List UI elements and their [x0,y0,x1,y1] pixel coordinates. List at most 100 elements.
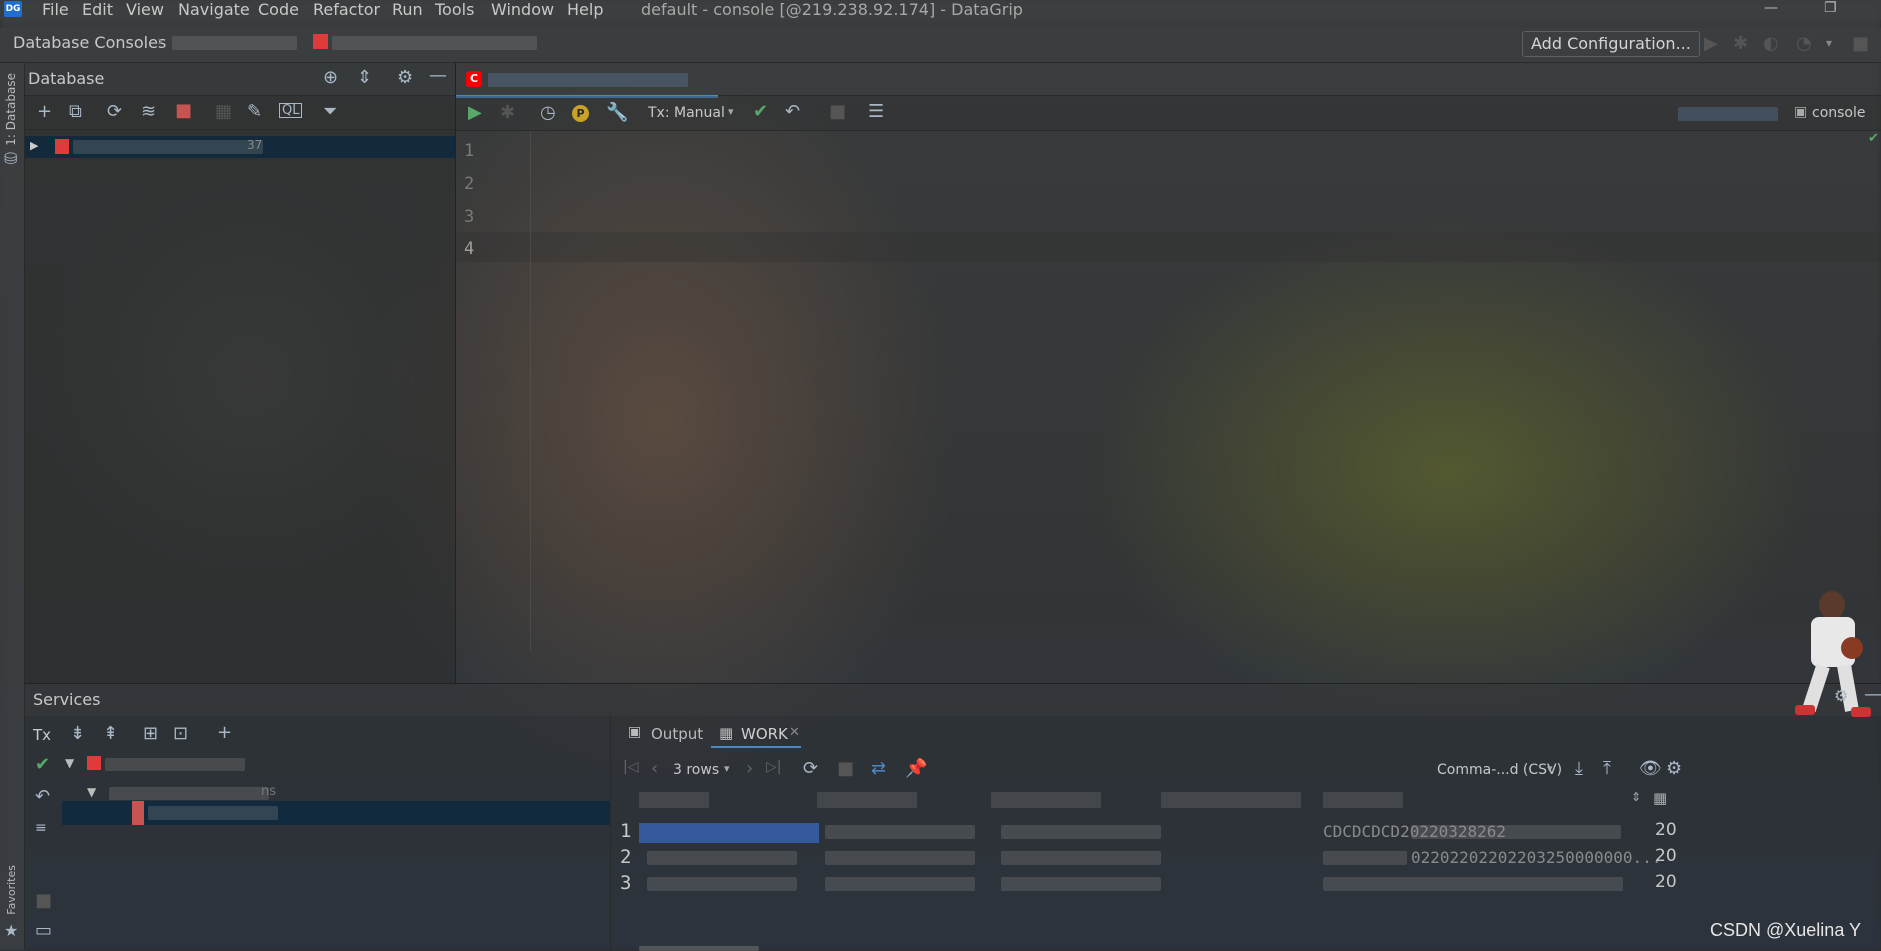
horizontal-scrollbar[interactable] [639,946,759,951]
new-session-icon[interactable]: ⊡ [173,725,188,743]
filter-icon[interactable]: ⏷ [323,103,337,121]
group-by-icon[interactable]: ⊞ [143,725,158,743]
commit-icon[interactable]: ✔ [35,756,50,774]
export-format-chevron-icon[interactable]: ▾ [1547,762,1553,775]
settings-wrench-icon[interactable]: 🔧 [606,104,628,122]
next-page-icon[interactable]: › [746,760,753,778]
refresh-icon[interactable]: ⟳ [107,103,122,121]
favorites-star-icon[interactable]: ★ [4,923,18,939]
debug-icon[interactable]: ✱ [500,104,515,122]
table-cell-redacted[interactable] [1001,825,1161,839]
column-header-redacted[interactable] [817,792,917,808]
cancel-statement-icon[interactable]: ■ [829,103,846,121]
tab-work[interactable]: WORK [741,725,788,743]
service-session-redacted[interactable] [109,787,269,800]
menu-tools[interactable]: Tools [435,0,474,19]
sql-editor-area[interactable] [530,131,1881,651]
breadcrumb-redacted-datasource[interactable] [332,36,537,50]
profile-icon[interactable]: ◔ [1796,35,1812,53]
previous-page-icon[interactable]: ‹ [651,760,658,778]
menu-run[interactable]: Run [392,0,423,19]
table-cell-redacted[interactable] [825,825,975,839]
run-config-icon[interactable]: ▶ [1704,35,1718,53]
menu-file[interactable]: File [42,0,69,19]
reload-icon[interactable]: ⟳ [803,760,818,778]
import-upload-icon[interactable]: ⤒ [1603,760,1611,778]
sql-console-icon[interactable]: QL [279,103,303,118]
database-tree-row[interactable]: ▶ 37 [25,136,455,158]
database-stack-icon[interactable]: ⛁ [4,151,17,167]
table-cell-redacted[interactable] [825,877,975,891]
menu-edit[interactable]: Edit [82,0,113,19]
table-cell-redacted[interactable] [1001,851,1161,865]
session-console-selector[interactable]: console [1812,105,1866,121]
coverage-icon[interactable]: ◐ [1763,35,1779,53]
output-layout-icon[interactable]: ☰ [868,103,884,121]
table-editor-icon[interactable]: ▦ [215,103,232,121]
first-page-icon[interactable]: |◁ [623,760,638,774]
layout-icon[interactable]: ▭ [35,922,52,940]
export-format-dropdown[interactable]: Comma-...d (CSV) [1437,762,1562,778]
collapse-all-services-icon[interactable]: ⇞ [103,725,118,743]
last-page-icon[interactable]: ▷| [766,760,781,774]
locate-icon[interactable]: ⊕ [323,69,338,87]
schema-selector-redacted[interactable] [1678,107,1778,121]
add-service-icon[interactable]: + [217,724,232,742]
stop-services-icon[interactable]: ■ [35,892,52,910]
breadcrumb-redacted-item[interactable] [172,36,297,50]
rollback-icon[interactable]: ↶ [785,103,800,121]
database-tool-window-button[interactable]: 1: Database [4,73,18,146]
tree-expand-arrow-icon[interactable]: ▼ [65,756,74,770]
export-download-icon[interactable]: ⤓ [1575,760,1583,778]
service-datasource-redacted[interactable] [105,758,245,771]
gear-icon[interactable]: ⚙ [397,69,413,87]
edit-pencil-icon[interactable]: ✎ [247,103,262,121]
table-row[interactable]: 3 20 [611,870,1881,900]
selected-cell[interactable] [639,823,819,843]
menu-navigate[interactable]: Navigate [178,0,250,19]
stop-icon[interactable]: ■ [175,102,192,120]
hide-panel-icon[interactable]: — [429,67,447,85]
table-cell-trailing[interactable]: 20 [1655,872,1677,892]
align-left-icon[interactable]: ≡ [35,821,47,835]
chevron-down-icon[interactable]: ▾ [1826,37,1832,49]
services-hide-icon[interactable]: — [1864,686,1881,704]
explain-plan-icon[interactable]: P [572,105,589,122]
cancel-query-icon[interactable]: ■ [837,760,854,778]
menu-code[interactable]: Code [258,0,299,19]
debug-config-icon[interactable]: ✱ [1733,35,1748,53]
table-cell-trailing[interactable]: 20 [1655,846,1677,866]
table-cell-partial[interactable]: 02202202202203250000000... [1411,848,1661,867]
column-header-redacted[interactable] [991,792,1101,808]
execute-icon[interactable]: ▶ [468,104,482,122]
sort-icon[interactable]: ⇕ [1631,790,1641,804]
selected-console-row[interactable] [62,801,610,825]
column-header-redacted[interactable] [1323,792,1403,808]
tx-mode-chevron-icon[interactable]: ▾ [728,105,734,118]
console-tab[interactable]: C [456,63,718,98]
expand-arrow-icon[interactable]: ▶ [30,139,38,152]
services-gear-icon[interactable]: ⚙ [1834,688,1848,704]
menu-window[interactable]: Window [491,0,554,19]
rows-count-dropdown[interactable]: 3 rows [673,762,719,778]
menu-view[interactable]: View [126,0,164,19]
favorites-tool-window-button[interactable]: Favorites [5,865,18,915]
table-cell-redacted[interactable] [647,877,797,891]
column-header-redacted[interactable] [1161,792,1301,808]
rollback-services-icon[interactable]: ↶ [35,788,50,806]
close-tab-icon[interactable]: ✕ [789,725,800,740]
schema-sync-icon[interactable]: ≋ [141,103,156,121]
menu-refactor[interactable]: Refactor [313,0,380,19]
collapse-all-icon[interactable]: ⇕ [357,69,372,87]
table-view-icon[interactable]: ▦ [1653,789,1667,807]
tree-child-expand-arrow-icon[interactable]: ▼ [87,785,96,799]
breadcrumb-database-consoles[interactable]: Database Consoles [13,33,166,52]
add-icon[interactable]: + [37,103,52,121]
table-cell-redacted[interactable] [825,851,975,865]
stop-run-icon[interactable]: ■ [1852,35,1869,53]
expand-all-icon[interactable]: ⇟ [70,725,85,743]
table-cell-redacted[interactable] [647,851,797,865]
tab-output[interactable]: Output [651,725,703,743]
tx-mode-dropdown[interactable]: Tx: Manual [648,105,725,121]
duplicate-icon[interactable]: ⧉ [69,103,82,121]
